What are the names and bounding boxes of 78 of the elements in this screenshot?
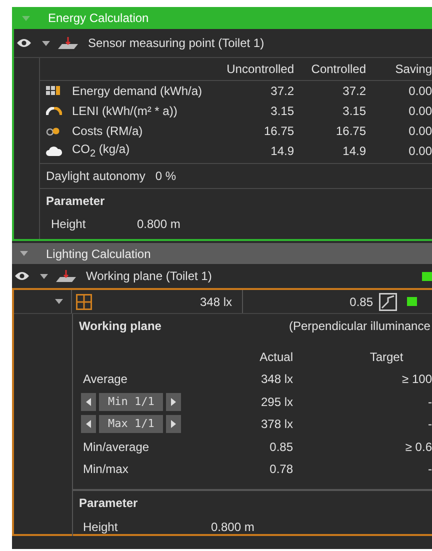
column-header: Controlled	[310, 62, 367, 76]
left-triangle-icon	[86, 398, 91, 406]
column-header: Saving	[394, 62, 432, 76]
right-triangle-icon	[171, 398, 176, 406]
next-button[interactable]	[166, 415, 182, 434]
metric-label: Average	[82, 372, 128, 386]
next-button[interactable]	[166, 392, 182, 411]
table-cell-text: ≥ 100	[401, 372, 432, 386]
caret-down-icon[interactable]	[55, 299, 63, 304]
uniformity-value: 0.85	[348, 294, 374, 308]
metric-label: LENI (kWh/(m² * a))	[72, 104, 178, 118]
sensor-plane-icon	[58, 37, 78, 49]
illuminance-type-note: (Perpendicular illuminance	[289, 319, 430, 333]
table-cell-text: 16.75	[262, 124, 295, 138]
table-cell-text: 0.00	[408, 104, 432, 118]
caret-down-icon	[20, 251, 28, 256]
caret-down-icon	[22, 16, 30, 20]
daylight-value: 0 %	[155, 169, 176, 183]
section-title: Energy Calculation	[48, 11, 149, 25]
caret-down-icon[interactable]	[42, 40, 50, 46]
section-title: Lighting Calculation	[46, 246, 151, 260]
parameter-value: 0.800 m	[211, 520, 254, 534]
right-triangle-icon	[171, 420, 176, 428]
table-cell-text: 0.00	[408, 84, 432, 98]
table-cell-text: 3.15	[342, 104, 367, 118]
table-cell-text: 37.2	[342, 84, 367, 98]
stepper-label: Min 1/1	[99, 392, 164, 411]
cloud-icon	[46, 146, 62, 156]
energy-blocks-icon	[46, 86, 60, 96]
curve-box-icon	[379, 292, 397, 310]
illuminance-value: 348 lx	[92, 290, 243, 313]
caret-down-icon[interactable]	[40, 274, 48, 278]
section-header[interactable]: Lighting Calculation	[12, 243, 432, 264]
table-cell-text: 0.00	[408, 144, 432, 158]
column-header: Actual	[258, 350, 294, 364]
table-cell-text: ≥ 0.6	[404, 440, 432, 454]
sensor-plane-icon	[56, 270, 76, 282]
table-cell-text: 0.00	[408, 124, 432, 138]
table-cell-text: -	[427, 417, 432, 432]
metric-label: Costs (RM/a)	[72, 124, 144, 138]
table-cell-text: 3.15	[270, 104, 295, 118]
table-cell-text: 0.78	[268, 462, 294, 476]
parameter-label: Height	[50, 217, 87, 231]
table-cell-text: 378 lx	[260, 417, 294, 432]
working-plane-heading: Working plane	[79, 319, 162, 333]
column-header: Target	[368, 350, 404, 364]
previous-button[interactable]	[81, 415, 96, 434]
parameter-label: Height	[82, 520, 119, 534]
parameter-heading: Parameter	[45, 193, 106, 210]
table-cell-text: 0.85	[268, 440, 294, 454]
status-square-icon	[422, 272, 432, 280]
metric-label: CO$_{2}$ (kg/a)	[72, 142, 131, 160]
eye-icon[interactable]	[15, 271, 29, 281]
table-cell-text: -	[427, 394, 432, 409]
column-header: Uncontrolled	[226, 62, 295, 76]
coins-icon	[46, 126, 60, 136]
gauge-icon	[46, 107, 62, 115]
status-square-icon	[407, 297, 417, 306]
parameter-value: 0.800 m	[137, 217, 180, 231]
previous-button[interactable]	[81, 392, 96, 411]
table-cell-text: 295 lx	[260, 394, 294, 409]
left-triangle-icon	[86, 420, 91, 428]
table-cell-text: 14.9	[270, 144, 295, 158]
object-name[interactable]: Sensor measuring point (Toilet 1)	[88, 36, 264, 50]
metric-label: Min/max	[82, 462, 130, 476]
object-name[interactable]: Working plane (Toilet 1)	[86, 269, 212, 283]
parameter-heading: Parameter	[78, 494, 139, 512]
stepper-label: Max 1/1	[99, 415, 164, 434]
table-cell-text: -	[427, 462, 432, 476]
table-cell-text: 37.2	[270, 84, 295, 98]
daylight-label: Daylight autonomy	[46, 169, 146, 183]
table-cell-text: 348 lx	[260, 372, 294, 386]
table-cell-text: 16.75	[334, 124, 367, 138]
metric-label: Min/average	[82, 440, 150, 454]
metric-label: Energy demand (kWh/a)	[72, 84, 204, 98]
table-cell-text: 14.9	[342, 144, 367, 158]
eye-icon[interactable]	[17, 38, 31, 48]
grid-icon	[76, 294, 92, 310]
